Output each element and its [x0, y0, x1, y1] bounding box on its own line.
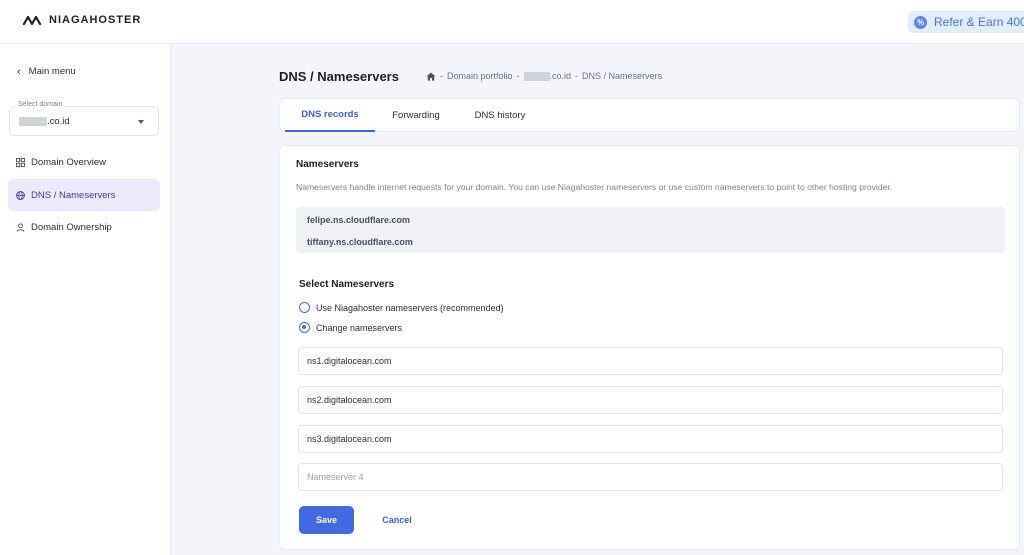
niagahoster-logo-icon — [23, 15, 42, 25]
nameserver-3-input[interactable] — [298, 425, 1003, 453]
domain-select-value: .co.id — [19, 116, 70, 127]
chevron-left-icon: ‹ — [17, 65, 21, 78]
grid-icon — [16, 157, 25, 167]
domain-select[interactable]: Select domain .co.id — [9, 101, 159, 136]
nameserver-4-input[interactable] — [298, 463, 1003, 491]
radio-label: Use Niagahoster nameservers (recommended… — [316, 302, 504, 313]
nameserver-2-input[interactable] — [298, 386, 1003, 414]
redacted-domain — [19, 117, 47, 126]
current-nameservers-box: felipe.ns.cloudflare.com tiffany.ns.clou… — [296, 207, 1005, 253]
globe-icon — [16, 190, 25, 200]
breadcrumb-domain-portfolio[interactable]: Domain portfolio — [447, 71, 513, 81]
tab-dns-records[interactable]: DNS records — [285, 99, 375, 132]
sidebar-item-label: Domain Overview — [31, 156, 106, 168]
tab-forwarding[interactable]: Forwarding — [381, 99, 451, 132]
breadcrumb-current: DNS / Nameservers — [582, 71, 663, 81]
breadcrumb-domain[interactable]: .co.id — [523, 71, 572, 81]
sidebar-item-domain-overview[interactable]: Domain Overview — [8, 146, 160, 178]
sidebar-item-label: Domain Ownership — [31, 221, 112, 233]
brand-name: NIAGAHOSTER — [49, 14, 142, 26]
page-title: DNS / Nameservers — [279, 69, 399, 84]
domain-select-legend: Select domain — [15, 101, 66, 108]
main-menu-link[interactable]: ‹ Main menu — [17, 66, 76, 77]
radio-niagahoster-nameservers[interactable]: Use Niagahoster nameservers (recommended… — [299, 302, 504, 313]
save-button[interactable]: Save — [299, 506, 354, 534]
sidebar-item-label: DNS / Nameservers — [31, 189, 116, 201]
redacted-domain — [523, 71, 550, 81]
main-menu-label: Main menu — [28, 66, 76, 77]
radio-button[interactable] — [299, 302, 310, 313]
current-nameserver: felipe.ns.cloudflare.com — [307, 215, 411, 225]
nameservers-description: Nameservers handle internet requests for… — [296, 182, 893, 192]
tabs-bar: DNS records Forwarding DNS history — [279, 98, 1020, 132]
radio-label: Change nameservers — [316, 322, 403, 333]
top-bar: NIAGAHOSTER Refer & Earn 400 I — [0, 0, 1024, 44]
nameservers-card: Nameservers Nameservers handle internet … — [279, 145, 1020, 550]
radio-button[interactable] — [299, 322, 310, 333]
cancel-button[interactable]: Cancel — [372, 506, 422, 534]
radio-change-nameservers[interactable]: Change nameservers — [299, 322, 402, 333]
brand-logo[interactable]: NIAGAHOSTER — [23, 14, 141, 26]
breadcrumb-separator: - — [575, 71, 579, 81]
nameserver-1-input[interactable] — [298, 347, 1003, 375]
chevron-down-icon — [138, 120, 144, 124]
refer-earn-button[interactable]: Refer & Earn 400 I — [908, 11, 1024, 33]
sidebar: ‹ Main menu Select domain .co.id Domain … — [0, 44, 171, 555]
sidebar-item-domain-ownership[interactable]: Domain Ownership — [8, 211, 160, 243]
user-icon — [16, 222, 25, 232]
tab-dns-history[interactable]: DNS history — [465, 99, 535, 132]
nameservers-heading: Nameservers — [296, 159, 359, 170]
home-icon[interactable] — [426, 72, 436, 81]
discount-badge-icon — [914, 15, 927, 29]
breadcrumb-domain-suffix: .co.id — [549, 71, 572, 81]
current-nameserver: tiffany.ns.cloudflare.com — [307, 237, 413, 247]
refer-earn-label: Refer & Earn 400 I — [934, 15, 1024, 29]
breadcrumb-separator: - — [440, 71, 443, 81]
breadcrumb: - Domain portfolio - .co.id - DNS / Name… — [426, 71, 662, 81]
breadcrumb-separator: - — [516, 71, 520, 81]
sidebar-item-dns-nameservers[interactable]: DNS / Nameservers — [8, 179, 160, 211]
select-nameservers-heading: Select Nameservers — [299, 279, 395, 290]
domain-suffix: .co.id — [47, 116, 70, 127]
